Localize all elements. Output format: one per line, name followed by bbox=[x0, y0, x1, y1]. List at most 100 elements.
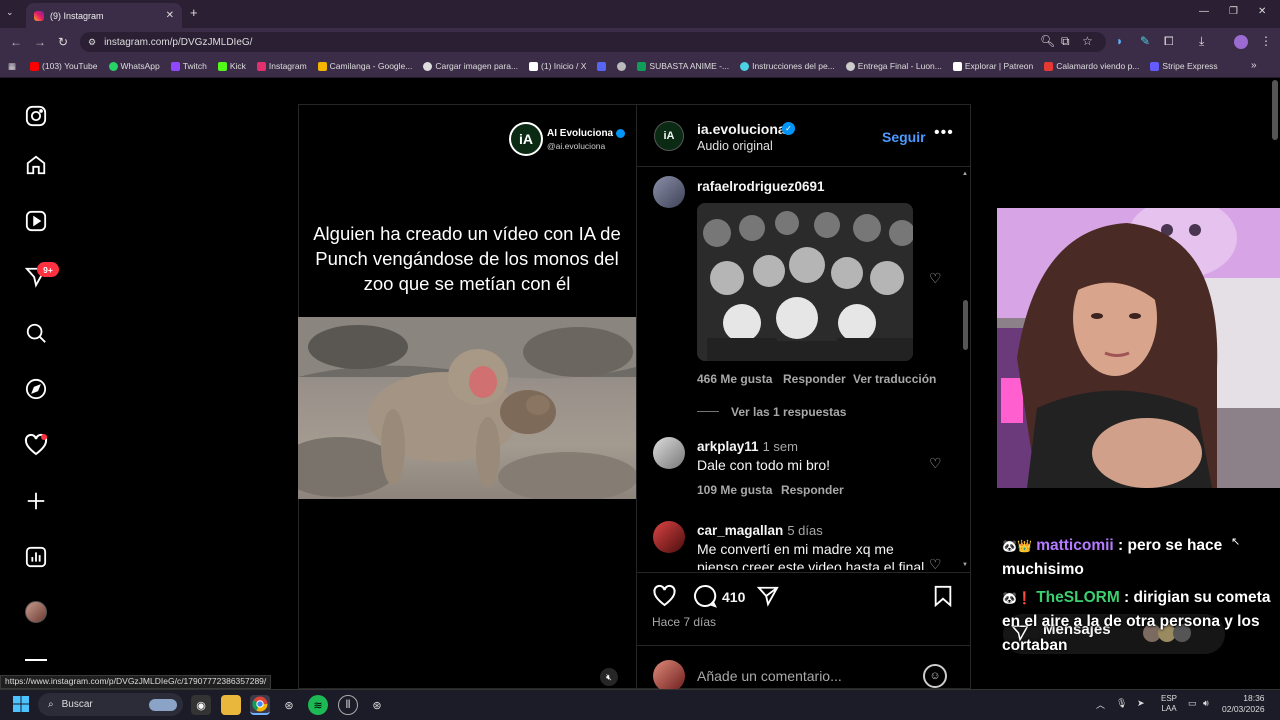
instagram-logo-icon[interactable] bbox=[22, 102, 50, 130]
bookmark-instrucciones[interactable]: Instrucciones del pe... bbox=[740, 61, 835, 71]
back-icon[interactable]: ← bbox=[10, 35, 22, 49]
search-icon[interactable] bbox=[22, 319, 50, 347]
close-icon[interactable]: ✕ bbox=[166, 10, 174, 21]
install-icon[interactable]: ⧉ bbox=[1061, 34, 1070, 49]
explore-compass-icon[interactable] bbox=[22, 375, 50, 403]
app-icon[interactable]: ⦀ bbox=[338, 695, 358, 715]
site-info-icon[interactable]: ⚙ bbox=[88, 37, 96, 48]
tab-instagram[interactable]: (9) Instagram ✕ bbox=[26, 3, 182, 28]
emoji-icon[interactable]: ☺ bbox=[923, 664, 947, 688]
follow-button[interactable]: Seguir bbox=[882, 129, 926, 145]
download-icon[interactable]: ⤓ bbox=[1199, 34, 1204, 49]
comment-username[interactable]: arkplay11 bbox=[697, 439, 759, 454]
reply-button[interactable]: Responder bbox=[781, 483, 844, 497]
bookmark-youtube[interactable]: (103) YouTube bbox=[30, 61, 98, 71]
bookmark-calamardo[interactable]: Calamardo viendo p... bbox=[1044, 61, 1139, 71]
comment-time: 1 sem bbox=[762, 439, 798, 454]
spotify-icon[interactable]: ≋ bbox=[308, 695, 328, 715]
comment-username[interactable]: rafaelrodriguez0691 bbox=[697, 179, 825, 194]
home-icon[interactable] bbox=[22, 151, 50, 179]
more-options-icon[interactable]: ••• bbox=[934, 124, 954, 142]
profile-avatar[interactable] bbox=[1234, 35, 1248, 49]
menu-dots-icon[interactable]: ⋮ bbox=[1260, 34, 1272, 48]
comment-avatar[interactable] bbox=[653, 176, 685, 208]
file-explorer-icon[interactable] bbox=[221, 695, 241, 715]
minimize-icon[interactable]: — bbox=[1199, 6, 1209, 17]
like-icon[interactable] bbox=[652, 584, 677, 613]
obs-icon[interactable]: ⊛ bbox=[279, 695, 299, 715]
bookmark-entrega[interactable]: Entrega Final - Luon... bbox=[845, 61, 942, 71]
app-icon[interactable]: ◉ bbox=[191, 695, 211, 715]
bookmark-patreon[interactable]: Explorar | Patreon bbox=[952, 61, 1033, 71]
view-replies-button[interactable]: Ver las 1 respuestas bbox=[731, 405, 846, 419]
dashboard-icon[interactable] bbox=[22, 543, 50, 571]
translate-button[interactable]: Ver traducción bbox=[853, 372, 936, 386]
reply-button[interactable]: Responder bbox=[783, 372, 846, 386]
extensions-puzzle-icon[interactable]: ⧠ bbox=[1164, 34, 1174, 49]
time-label: 18:36 bbox=[1243, 693, 1265, 703]
scrollbar[interactable]: ▲ ▼ bbox=[962, 171, 969, 568]
notifications-heart-icon[interactable] bbox=[22, 431, 50, 459]
scroll-down-icon[interactable]: ▼ bbox=[962, 562, 968, 568]
extension-icon[interactable]: ✎ bbox=[1140, 34, 1150, 48]
bookmark-instagram[interactable]: Instagram bbox=[256, 61, 307, 71]
page-scrollbar[interactable] bbox=[1272, 80, 1278, 140]
reels-icon[interactable] bbox=[22, 207, 50, 235]
microphone-icon[interactable]: 🎙︎ bbox=[1116, 698, 1127, 709]
maximize-icon[interactable]: ❐ bbox=[1229, 6, 1238, 17]
more-bookmarks-icon[interactable]: » bbox=[1251, 60, 1257, 71]
comment-avatar[interactable] bbox=[653, 521, 685, 553]
clock[interactable]: 18:36 02/03/2026 bbox=[1222, 693, 1265, 715]
forward-icon[interactable]: → bbox=[34, 35, 46, 49]
profile-avatar[interactable] bbox=[25, 601, 47, 623]
reload-icon[interactable]: ↻ bbox=[58, 35, 68, 49]
comment-likes[interactable]: 109 Me gusta bbox=[697, 483, 772, 497]
comment-likes[interactable]: 466 Me gusta bbox=[697, 372, 772, 386]
mute-icon[interactable]: 🔇︎ bbox=[600, 668, 618, 686]
bookmark-x[interactable]: (1) Inicio / X bbox=[529, 61, 586, 71]
show-hidden-icon[interactable]: ︿ bbox=[1096, 698, 1105, 711]
bookmark-discord[interactable] bbox=[597, 61, 607, 71]
obs-icon[interactable]: ⊛ bbox=[367, 695, 387, 715]
bookmark-stripe[interactable]: Stripe Express bbox=[1150, 61, 1218, 71]
like-comment-icon[interactable]: ♡ bbox=[929, 270, 942, 287]
comment-username[interactable]: car_magallan bbox=[697, 523, 783, 538]
zoom-icon[interactable]: 🔍︎ bbox=[1040, 34, 1055, 48]
share-icon[interactable] bbox=[756, 585, 779, 612]
chrome-icon[interactable] bbox=[250, 695, 270, 715]
account-name[interactable]: ia.evoluciona bbox=[697, 121, 786, 137]
windows-start-icon[interactable] bbox=[13, 696, 29, 717]
comment-input[interactable]: Añade un comentario... bbox=[697, 668, 842, 684]
volume-icon[interactable]: 🔊︎ bbox=[1203, 698, 1209, 709]
scrollbar-thumb[interactable] bbox=[963, 300, 968, 350]
bookmark-globe[interactable] bbox=[617, 61, 627, 71]
new-tab-button[interactable]: + bbox=[190, 5, 198, 20]
language-indicator[interactable]: ESP LAA bbox=[1161, 694, 1177, 714]
create-plus-icon[interactable] bbox=[22, 487, 50, 515]
account-avatar[interactable]: iA bbox=[654, 121, 684, 151]
bookmark-star-icon[interactable]: ☆ bbox=[1082, 34, 1093, 48]
bookmark-subasta[interactable]: SUBASTA ANIME -... bbox=[637, 61, 729, 71]
apps-icon[interactable]: ▦ bbox=[8, 61, 16, 72]
bookmark-twitch[interactable]: Twitch bbox=[170, 61, 207, 71]
taskbar-search[interactable]: ⌕ Buscar bbox=[38, 693, 183, 716]
extension-icon[interactable]: ◗ bbox=[1116, 34, 1123, 48]
location-icon[interactable]: ➤ bbox=[1137, 698, 1145, 709]
more-menu-icon[interactable] bbox=[25, 659, 47, 661]
comment-icon[interactable] bbox=[693, 584, 717, 613]
bookmark-google[interactable]: Camilanga - Google... bbox=[317, 61, 412, 71]
audio-label[interactable]: Audio original bbox=[697, 139, 773, 153]
comment-avatar[interactable] bbox=[653, 437, 685, 469]
like-comment-icon[interactable]: ♡ bbox=[929, 455, 942, 472]
bookmark-whatsapp[interactable]: WhatsApp bbox=[108, 61, 160, 71]
bookmark-kick[interactable]: Kick bbox=[217, 61, 246, 71]
address-bar[interactable]: ⚙ instagram.com/p/DVGzJMLDIeG/ bbox=[80, 32, 1106, 52]
like-comment-icon[interactable]: ♡ bbox=[929, 556, 942, 570]
tab-search-icon[interactable]: ⌄ bbox=[6, 7, 14, 18]
network-icon[interactable]: ▭ bbox=[1188, 698, 1197, 709]
comment-gif-image bbox=[697, 203, 913, 361]
window-close-icon[interactable]: ✕ bbox=[1258, 6, 1266, 17]
scroll-up-icon[interactable]: ▲ bbox=[962, 171, 968, 177]
bookmark-cargar[interactable]: Cargar imagen para... bbox=[423, 61, 518, 71]
save-bookmark-icon[interactable] bbox=[933, 585, 953, 612]
